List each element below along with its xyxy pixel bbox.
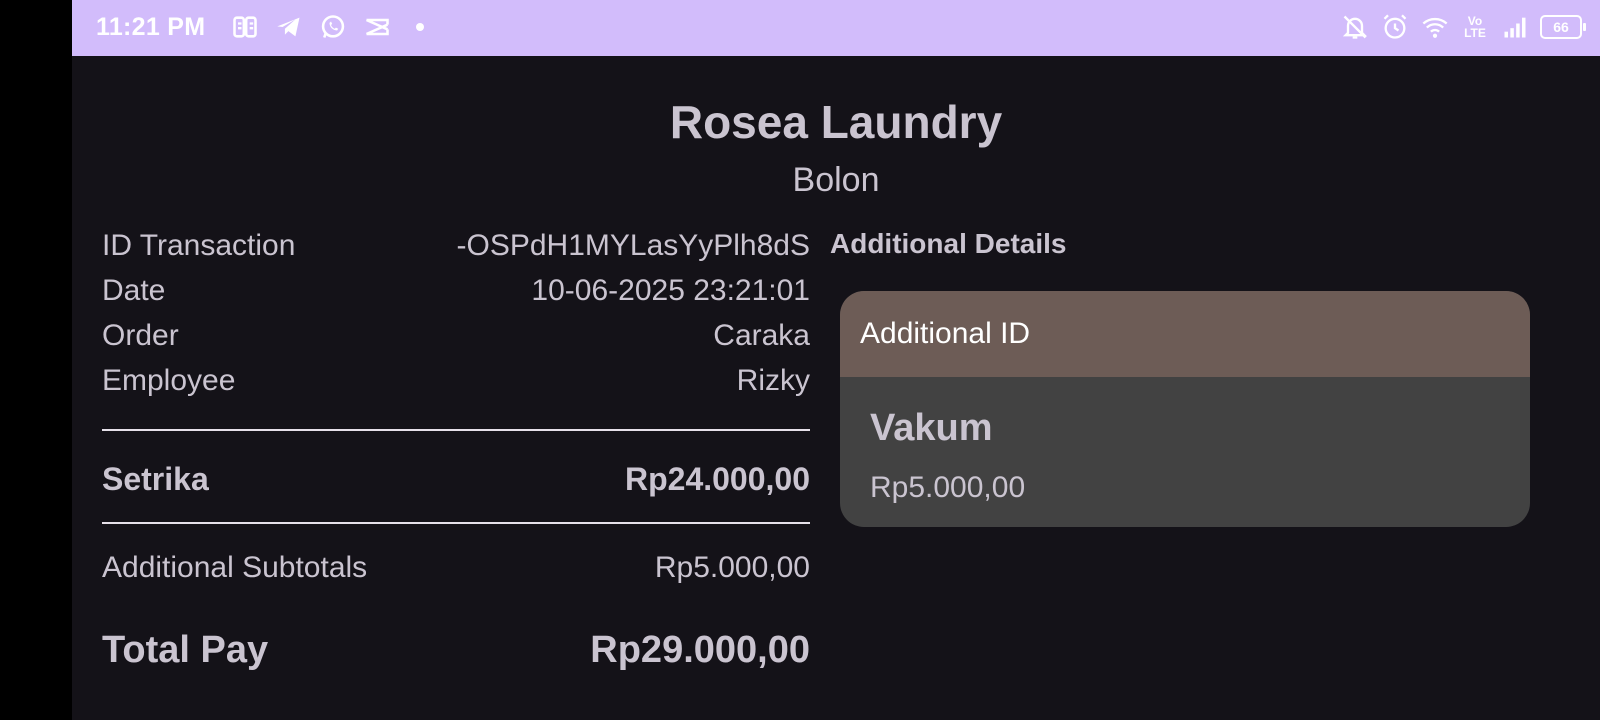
additional-subtotal-row: Additional Subtotals Rp5.000,00 [102,548,810,588]
battery-icon: 66 [1540,15,1586,39]
status-bar: 11:21 PM Vo LTE 66 [72,0,1600,56]
info-value: -OSPdH1MYLasYyPlh8dS [456,229,811,262]
wifi-icon [1420,12,1450,42]
divider-top [102,429,810,431]
info-row-employee: Employee Rizky [102,361,810,401]
info-row-order: Order Caraka [102,316,810,356]
service-row: Setrika Rp24.000,00 [102,457,810,501]
additional-subtotal-label: Additional Subtotals [102,551,368,584]
info-label: Date [102,274,166,307]
total-pay-label: Total Pay [102,628,269,671]
info-row-transaction-id: ID Transaction -OSPdH1MYLasYyPlh8dS [102,226,810,266]
receipt-screen: 11:21 PM Vo LTE 66 Rosea Laundry Bolon I… [72,0,1600,720]
volte-icon: Vo LTE [1464,14,1486,40]
status-system-icons: Vo LTE 66 [1340,12,1586,42]
info-label: Order [102,319,179,352]
divider-bottom [102,522,810,524]
telegram-icon [274,12,304,42]
alarm-icon [1380,12,1410,42]
shop-name: Rosea Laundry [669,96,1003,148]
parking-app-icon [230,12,260,42]
info-value: Rizky [736,364,810,397]
capcut-icon [362,12,392,42]
info-label: ID Transaction [102,229,296,262]
status-app-icons [230,12,424,42]
additional-details-title: Additional Details [830,228,1067,259]
info-value: 10-06-2025 23:21:01 [531,274,810,307]
additional-item-name: Vakum [870,407,993,449]
status-time: 11:21 PM [96,13,206,41]
info-label: Employee [102,364,236,397]
shop-branch: Bolon [792,161,880,199]
additional-item-card: Additional ID Vakum Rp5.000,00 [840,291,1530,527]
additional-item-price: Rp5.000,00 [870,471,1026,504]
notifications-off-icon [1340,12,1370,42]
service-price: Rp24.000,00 [624,460,810,497]
total-pay-value: Rp29.000,00 [590,628,810,671]
additional-card-header: Additional ID [840,291,1530,377]
info-row-date: Date 10-06-2025 23:21:01 [102,271,810,311]
more-notifications-icon [416,23,424,31]
whatsapp-icon [318,12,348,42]
total-pay-row: Total Pay Rp29.000,00 [102,625,810,675]
service-name: Setrika [102,460,209,497]
additional-subtotal-value: Rp5.000,00 [654,551,810,584]
signal-icon [1500,12,1530,42]
info-value: Caraka [713,319,810,352]
